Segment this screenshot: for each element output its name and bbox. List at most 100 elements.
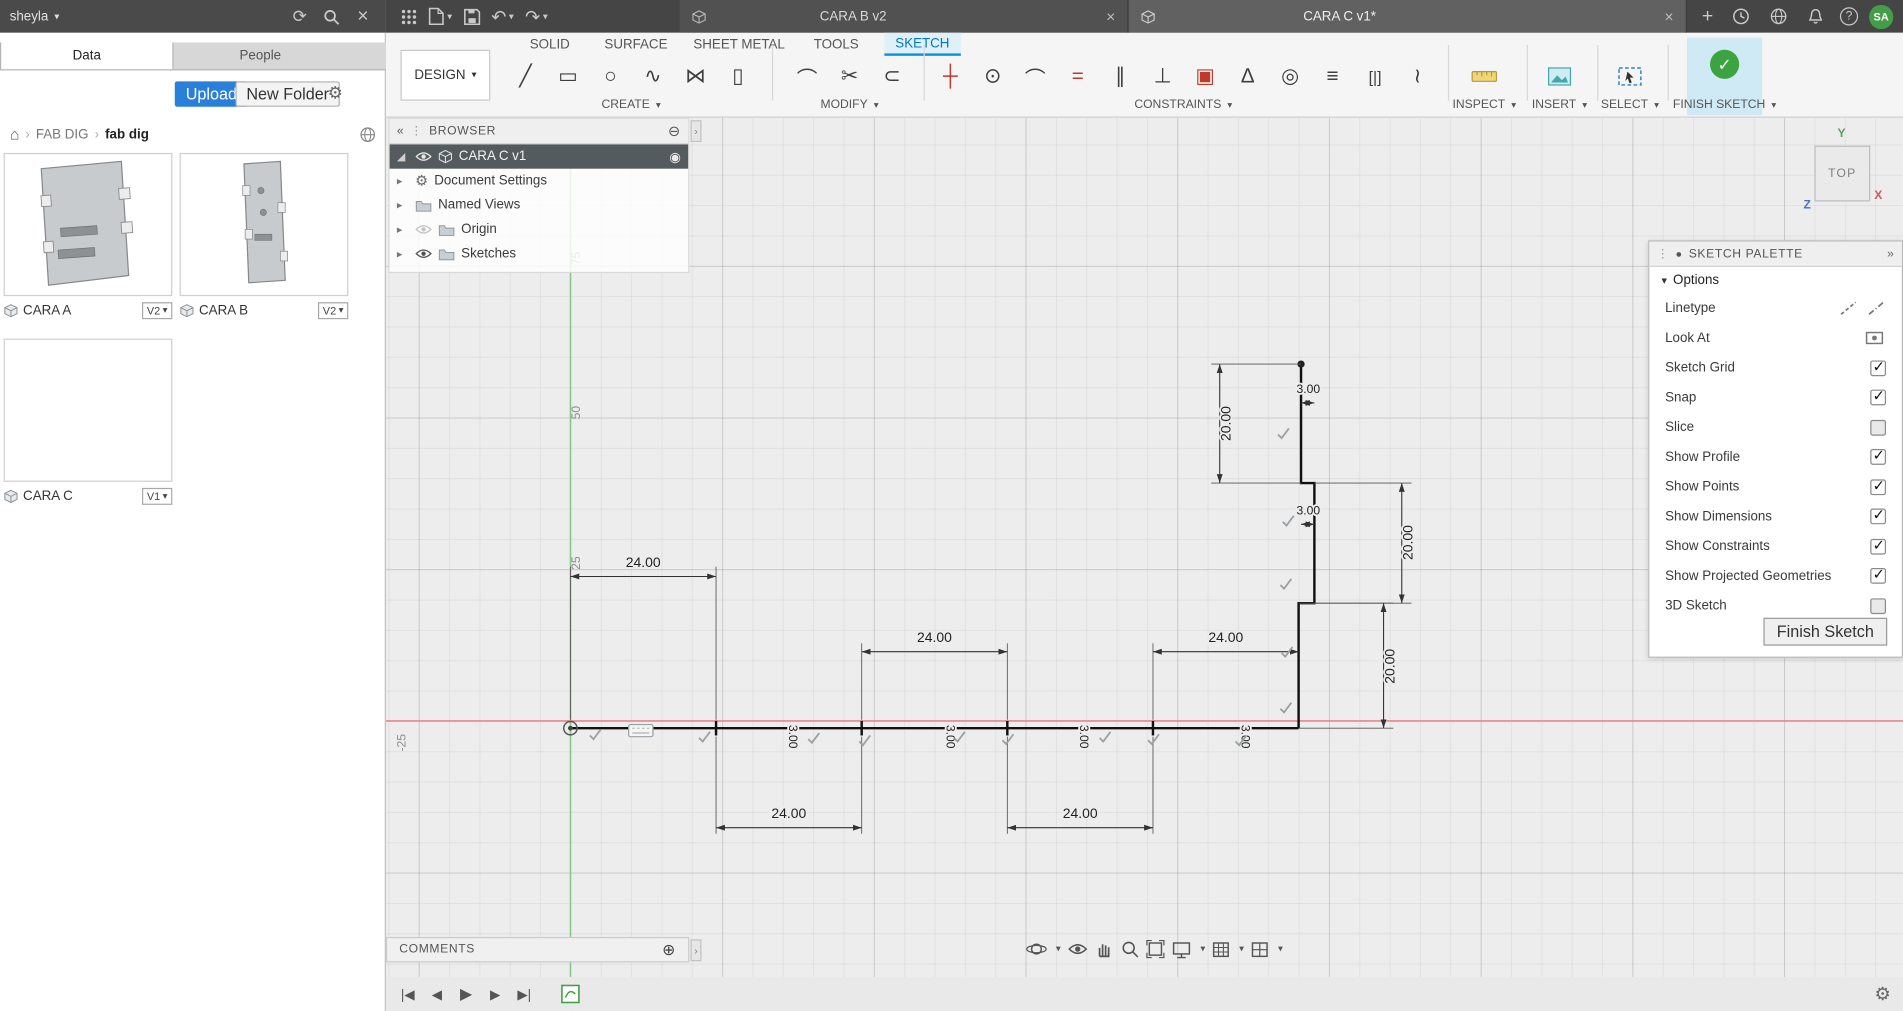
midpoint-constraint-icon[interactable]: ∆ (1229, 58, 1265, 94)
chevron-down-icon[interactable]: ▾ (1056, 944, 1061, 954)
expander-icon[interactable]: ▸ (397, 198, 409, 211)
dimension-3-b[interactable]: 3.00 (1295, 502, 1322, 528)
dimension-24-c[interactable]: 24.00 (1152, 627, 1299, 720)
tangent-constraint-icon[interactable]: ⌒ (1017, 58, 1053, 94)
timeline-step-back-button[interactable]: ◀ (427, 986, 446, 1002)
dimension-24-a[interactable]: 24.00 (569, 552, 717, 720)
version-dropdown[interactable]: V2 ▾ (141, 302, 173, 320)
constraint-glyphs[interactable] (588, 427, 1295, 747)
timeline-step-forward-button[interactable]: ▶ (485, 986, 504, 1002)
centerline-icon[interactable] (1867, 300, 1886, 317)
3d-sketch-checkbox[interactable] (1870, 598, 1887, 614)
dimension-20-c[interactable]: 20.00 (1298, 602, 1399, 729)
expander-open-icon[interactable]: ◢ (397, 150, 409, 163)
timeline-settings-gear-icon[interactable]: ⚙ (1875, 983, 1891, 1005)
group-constraints[interactable]: CONSTRAINTS ▾ (1134, 98, 1232, 111)
zoom-icon[interactable] (1120, 939, 1139, 958)
show-dimensions-checkbox[interactable] (1870, 506, 1887, 525)
display-settings-icon[interactable] (1171, 940, 1192, 958)
expander-icon[interactable]: ▸ (397, 247, 409, 260)
timeline-play-button[interactable]: ▶ (456, 984, 475, 1003)
symmetry-constraint-icon[interactable]: [|] (1357, 58, 1393, 94)
breadcrumb-folder[interactable]: fab dig (105, 127, 149, 142)
browser-item-origin[interactable]: ▸ Origin (390, 217, 689, 241)
select-tool-icon[interactable] (1612, 58, 1648, 94)
help-icon[interactable]: ? (1839, 7, 1859, 26)
new-tab-icon[interactable]: + (1694, 3, 1721, 30)
timeline-skip-end-button[interactable]: ▶| (515, 986, 534, 1002)
chevron-down-icon[interactable]: ▾ (1200, 944, 1205, 954)
visibility-eye-icon[interactable] (415, 248, 432, 260)
activate-radio-icon[interactable]: ◉ (669, 149, 681, 165)
show-constraints-checkbox[interactable] (1870, 536, 1887, 555)
fix-constraint-icon[interactable]: ▣ (1187, 58, 1223, 94)
options-section-header[interactable]: ▾ Options (1649, 267, 1901, 294)
circle-icon[interactable]: ○ (592, 58, 628, 94)
viewports-icon[interactable] (1250, 940, 1269, 958)
tab-tools[interactable]: TOOLS (803, 33, 870, 56)
job-status-clock-icon[interactable] (1727, 3, 1754, 30)
mirror-icon[interactable]: ⋈ (677, 58, 713, 94)
slot-icon[interactable]: ▯ (720, 58, 756, 94)
workspace-selector[interactable]: DESIGN ▾ (400, 49, 491, 101)
browser-root-cara-c[interactable]: ◢ CARA C v1 ◉ (389, 144, 689, 169)
horizontal-vertical-constraint-icon[interactable]: ┼ (932, 58, 968, 94)
avatar[interactable]: SA (1869, 4, 1894, 29)
version-dropdown[interactable]: V1 ▾ (141, 487, 173, 505)
finish-sketch-palette-button[interactable]: Finish Sketch (1763, 617, 1888, 646)
finish-sketch-check-icon[interactable]: ✓ (1710, 49, 1740, 79)
dimension-20-a[interactable]: 20.00 (1211, 363, 1302, 484)
fit-icon[interactable] (1146, 939, 1165, 959)
timeline-skip-start-button[interactable]: |◀ (398, 986, 417, 1002)
browser-header[interactable]: « ⋮ BROWSER ⊖ (389, 118, 689, 145)
grid-snap-icon[interactable] (1211, 940, 1230, 958)
user-menu[interactable]: sheyla ▾ (10, 9, 60, 24)
file-menu-icon[interactable]: ▾ (422, 3, 458, 30)
trim-icon[interactable]: ✂ (831, 58, 867, 94)
undo-icon[interactable]: ↶ ▾ (485, 3, 519, 30)
dimension-24-d[interactable]: 24.00 (715, 736, 863, 834)
part-card[interactable]: CARA C V1 ▾ (3, 338, 173, 505)
group-inspect[interactable]: INSPECT ▾ (1453, 98, 1517, 111)
home-icon[interactable]: ⌂ (10, 125, 20, 143)
slice-checkbox[interactable] (1870, 419, 1887, 436)
perpendicular-constraint-icon[interactable]: ⊥ (1144, 58, 1180, 94)
save-icon[interactable] (459, 3, 486, 30)
tab-surface[interactable]: SURFACE (593, 33, 678, 56)
snap-checkbox[interactable] (1870, 387, 1887, 406)
sketch-grid-checkbox[interactable] (1870, 358, 1887, 376)
tab-data[interactable]: Data (0, 42, 174, 70)
equal-constraint-icon[interactable]: = (1060, 58, 1096, 94)
apps-grid-icon[interactable] (396, 3, 423, 30)
tab-sketch[interactable]: SKETCH (884, 32, 961, 56)
chevron-down-icon[interactable]: ▾ (1278, 944, 1283, 954)
rectangle-icon[interactable]: ▭ (550, 58, 586, 94)
breadcrumb-project[interactable]: FAB DIG (36, 127, 89, 142)
document-tab-cara-c[interactable]: CARA C v1* × (1128, 0, 1687, 33)
show-profile-checkbox[interactable] (1870, 447, 1887, 466)
timeline-sketch-feature-icon[interactable] (561, 984, 580, 1004)
comments-expand-tab[interactable]: › (690, 939, 702, 962)
part-card[interactable]: CARA A V2 ▾ (3, 152, 173, 320)
look-at-nav-icon[interactable] (1067, 941, 1089, 958)
measure-ruler-icon[interactable] (1466, 58, 1502, 94)
part-thumbnail[interactable] (179, 152, 349, 297)
shared-globe-icon[interactable] (359, 126, 376, 143)
sketch-palette-header[interactable]: ⋮ ● SKETCH PALETTE » (1649, 241, 1902, 268)
dimension-20-b[interactable]: 20.00 (1314, 482, 1418, 604)
refresh-icon[interactable]: ⟳ (286, 3, 313, 30)
offset-icon[interactable]: ⊂ (874, 58, 910, 94)
fillet-icon[interactable]: ⌒ (789, 58, 825, 94)
construction-line-icon[interactable] (1839, 300, 1858, 317)
group-create[interactable]: CREATE ▾ (601, 98, 660, 111)
tab-solid[interactable]: SOLID (519, 33, 581, 56)
close-panel-icon[interactable]: × (350, 3, 377, 30)
part-thumbnail[interactable] (3, 152, 173, 297)
pan-hand-icon[interactable] (1095, 939, 1114, 958)
show-projected-geometries-checkbox[interactable] (1870, 566, 1887, 585)
group-select[interactable]: SELECT ▾ (1601, 98, 1659, 111)
new-folder-button[interactable]: New Folder (235, 81, 341, 107)
concentric-constraint-icon[interactable]: ◎ (1272, 58, 1308, 94)
notifications-bell-icon[interactable] (1802, 3, 1829, 30)
document-tab-cara-b[interactable]: CARA B v2 × (679, 0, 1129, 33)
